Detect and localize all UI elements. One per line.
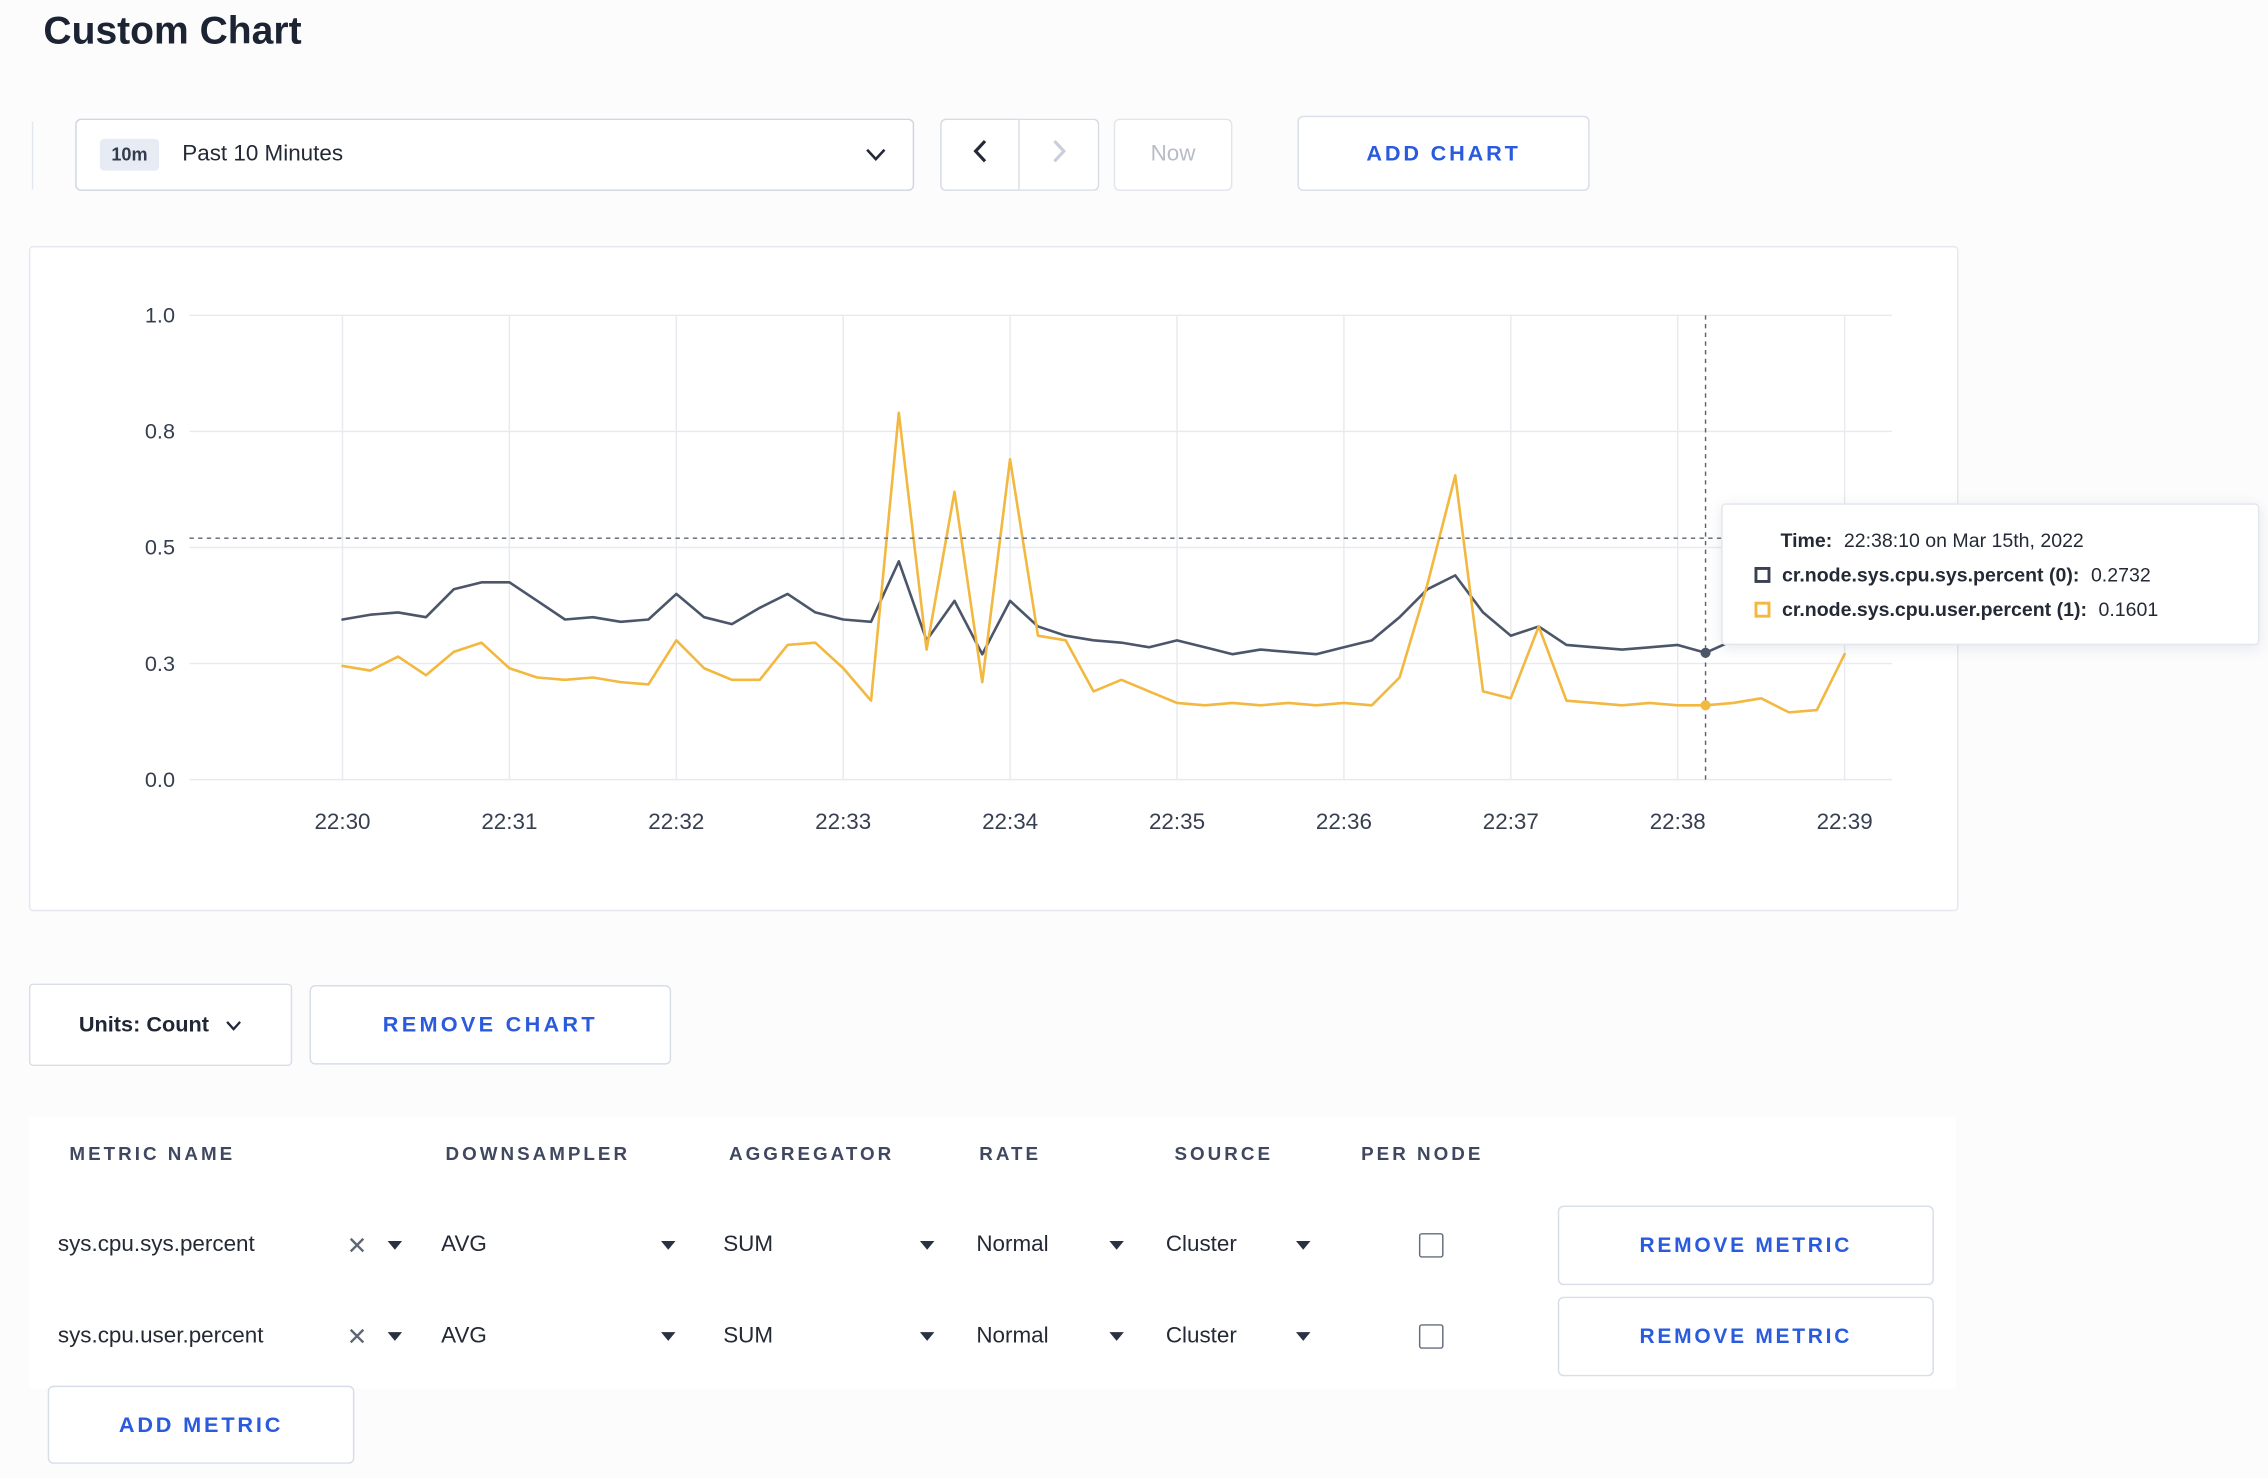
remove-chart-button[interactable]: REMOVE CHART: [309, 985, 672, 1065]
time-range-badge: 10m: [99, 138, 160, 171]
downsampler-select[interactable]: AVG: [441, 1323, 676, 1349]
time-range-label: Past 10 Minutes: [182, 141, 344, 167]
svg-text:1.0: 1.0: [145, 303, 175, 328]
source-select[interactable]: Cluster: [1166, 1232, 1311, 1258]
page-title: Custom Chart: [43, 8, 302, 53]
line-chart[interactable]: 0.0 0.3 0.5 0.8 1.0 22:30 22:31 22:32 22:33 22:34…: [30, 247, 1957, 909]
clear-metric-icon[interactable]: ✕: [347, 1233, 368, 1258]
remove-metric-button[interactable]: REMOVE METRIC: [1557, 1205, 1934, 1286]
caret-down-icon: [387, 1332, 403, 1341]
chevron-down-icon: [226, 1013, 242, 1038]
source-select[interactable]: Cluster: [1166, 1323, 1311, 1349]
aggregator-select[interactable]: SUM: [723, 1232, 935, 1258]
units-label: Units: Count: [78, 1012, 209, 1038]
remove-metric-button[interactable]: REMOVE METRIC: [1557, 1296, 1934, 1377]
clear-metric-icon[interactable]: ✕: [347, 1324, 368, 1349]
time-nav-group: [940, 118, 1100, 191]
caret-down-icon: [1296, 1241, 1311, 1250]
svg-text:22:39: 22:39: [1817, 809, 1873, 834]
per-node-checkbox[interactable]: [1418, 1233, 1444, 1258]
chart-tooltip: Time: 22:38:10 on Mar 15th, 2022 cr.node…: [1721, 503, 2260, 646]
svg-text:22:37: 22:37: [1483, 809, 1539, 834]
rate-value: Normal: [976, 1232, 1049, 1257]
add-metric-button[interactable]: ADD METRIC: [47, 1385, 355, 1464]
rate-value: Normal: [976, 1323, 1049, 1349]
caret-down-icon: [919, 1241, 935, 1250]
rate-select[interactable]: Normal: [976, 1323, 1124, 1349]
svg-text:22:34: 22:34: [982, 809, 1038, 834]
add-chart-button[interactable]: ADD CHART: [1297, 115, 1590, 191]
tooltip-time-label: Time:: [1780, 529, 1833, 552]
header-metric-name: METRIC NAME: [69, 1142, 236, 1165]
svg-text:22:32: 22:32: [648, 809, 704, 834]
svg-text:0.0: 0.0: [145, 767, 175, 792]
svg-text:0.5: 0.5: [145, 535, 175, 560]
units-select[interactable]: Units: Count: [28, 983, 293, 1067]
chevron-left-icon: [972, 139, 988, 171]
caret-down-icon: [387, 1241, 403, 1250]
caret-down-icon: [661, 1332, 676, 1341]
chevron-right-icon: [1051, 139, 1067, 171]
svg-text:22:38: 22:38: [1650, 809, 1706, 834]
header-per-node: PER NODE: [1361, 1142, 1484, 1165]
header-downsampler: DOWNSAMPLER: [445, 1142, 631, 1165]
tooltip-series-user-name: cr.node.sys.cpu.user.percent (1):: [1782, 598, 2087, 621]
tooltip-series-sys-value: 0.2732: [2090, 564, 2151, 586]
svg-text:22:33: 22:33: [815, 809, 871, 834]
series-sys-swatch-icon: [1754, 567, 1771, 583]
caret-down-icon: [661, 1241, 676, 1250]
header-aggregator: AGGREGATOR: [729, 1142, 895, 1165]
rate-select[interactable]: Normal: [976, 1232, 1124, 1258]
svg-text:22:35: 22:35: [1149, 809, 1205, 834]
tooltip-series-sys-name: cr.node.sys.cpu.sys.percent (0):: [1782, 564, 2080, 586]
svg-text:22:31: 22:31: [481, 809, 537, 834]
next-time-button[interactable]: [1019, 118, 1100, 191]
per-node-checkbox[interactable]: [1418, 1324, 1444, 1349]
tooltip-series-user-value: 0.1601: [2098, 598, 2159, 621]
downsampler-value: AVG: [441, 1323, 487, 1349]
now-button[interactable]: Now: [1113, 118, 1233, 191]
metric-row: sys.cpu.user.percent ✕ AVG SUM Normal Cl…: [29, 1295, 1956, 1379]
chart-panel: 0.0 0.3 0.5 0.8 1.0 22:30 22:31 22:32 22:33 22:34…: [28, 245, 1959, 912]
svg-text:22:36: 22:36: [1316, 809, 1372, 834]
prev-time-button[interactable]: [940, 118, 1020, 191]
header-rate: RATE: [979, 1142, 1042, 1165]
metric-name-select[interactable]: sys.cpu.sys.percent ✕: [57, 1232, 403, 1258]
downsampler-value: AVG: [441, 1232, 487, 1257]
svg-text:22:30: 22:30: [314, 809, 370, 834]
metric-name-value: sys.cpu.user.percent: [57, 1323, 264, 1349]
metric-name-value: sys.cpu.sys.percent: [57, 1232, 255, 1257]
svg-text:0.3: 0.3: [145, 651, 175, 676]
caret-down-icon: [1296, 1332, 1311, 1341]
header-source: SOURCE: [1174, 1142, 1274, 1165]
svg-text:0.8: 0.8: [145, 419, 175, 444]
caret-down-icon: [919, 1332, 935, 1341]
metrics-table: METRIC NAME DOWNSAMPLER AGGREGATOR RATE …: [28, 1116, 1956, 1389]
source-value: Cluster: [1165, 1232, 1237, 1257]
toolbar-left-divider: [31, 121, 34, 190]
aggregator-select[interactable]: SUM: [723, 1323, 935, 1349]
downsampler-select[interactable]: AVG: [441, 1232, 676, 1258]
source-value: Cluster: [1165, 1323, 1237, 1349]
series-user-swatch-icon: [1754, 601, 1771, 618]
caret-down-icon: [1109, 1332, 1124, 1341]
chevron-down-icon: [865, 148, 887, 162]
metric-name-select[interactable]: sys.cpu.user.percent ✕: [57, 1323, 403, 1349]
metric-row: sys.cpu.sys.percent ✕ AVG SUM Normal Clu…: [29, 1203, 1956, 1287]
caret-down-icon: [1109, 1241, 1124, 1250]
tooltip-time-value: 22:38:10 on Mar 15th, 2022: [1843, 529, 2084, 552]
aggregator-value: SUM: [723, 1232, 774, 1257]
aggregator-value: SUM: [723, 1323, 774, 1349]
time-range-select[interactable]: 10m Past 10 Minutes: [75, 118, 915, 191]
